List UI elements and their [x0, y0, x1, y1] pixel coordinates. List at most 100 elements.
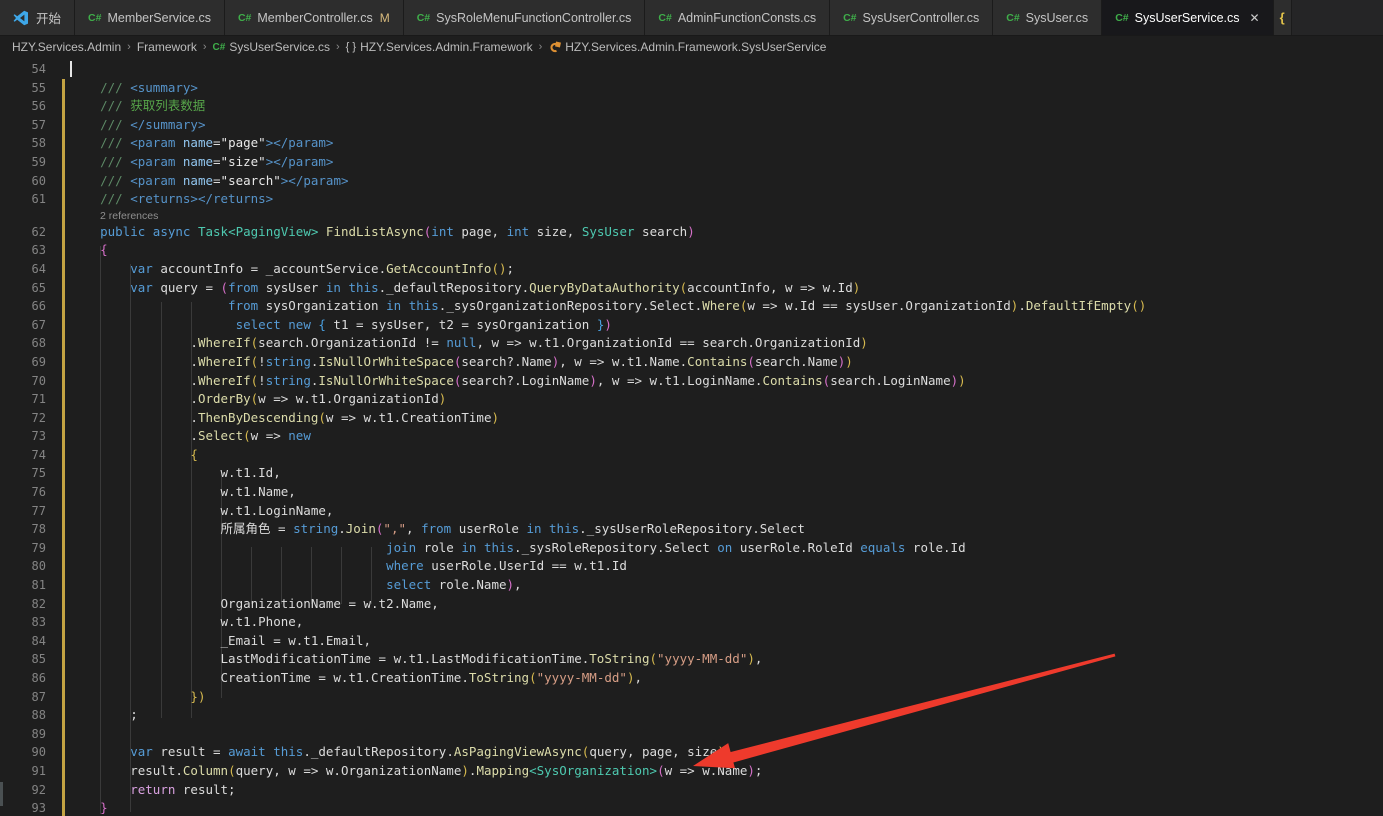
line-number[interactable]: 62: [0, 223, 46, 242]
line-number[interactable]: 90: [0, 743, 46, 762]
code-line[interactable]: 86 CreationTime = w.t1.CreationTime.ToSt…: [0, 669, 1383, 688]
code-line[interactable]: 58 /// <param name="page"></param>: [0, 134, 1383, 153]
line-number[interactable]: 86: [0, 669, 46, 688]
line-number[interactable]: 85: [0, 650, 46, 669]
line-number[interactable]: 77: [0, 502, 46, 521]
tab-SysRoleMenuFunctionController-cs[interactable]: C#SysRoleMenuFunctionController.cs: [404, 0, 646, 35]
line-number[interactable]: 83: [0, 613, 46, 632]
breadcrumb-segment[interactable]: HZY.Services.Admin.Framework.SysUserServ…: [548, 40, 826, 54]
code-line[interactable]: 78 所属角色 = string.Join(",", from userRole…: [0, 520, 1383, 539]
tab-AdminFunctionConsts-cs[interactable]: C#AdminFunctionConsts.cs: [645, 0, 830, 35]
code-line[interactable]: 65 var query = (from sysUser in this._de…: [0, 279, 1383, 298]
code-line[interactable]: 62 public async Task<PagingView> FindLis…: [0, 223, 1383, 242]
line-number[interactable]: 70: [0, 372, 46, 391]
code-line[interactable]: 92 return result;: [0, 781, 1383, 800]
line-number[interactable]: 93: [0, 799, 46, 816]
line-number[interactable]: 80: [0, 557, 46, 576]
code-line[interactable]: 80 where userRole.UserId == w.t1.Id: [0, 557, 1383, 576]
line-number[interactable]: 81: [0, 576, 46, 595]
code-line[interactable]: 70 .WhereIf(!string.IsNullOrWhiteSpace(s…: [0, 372, 1383, 391]
code-line[interactable]: 76 w.t1.Name,: [0, 483, 1383, 502]
code-line[interactable]: 71 .OrderBy(w => w.t1.OrganizationId): [0, 390, 1383, 409]
line-number[interactable]: 78: [0, 520, 46, 539]
code-line[interactable]: 91 result.Column(query, w => w.Organizat…: [0, 762, 1383, 781]
close-icon[interactable]: ✕: [1250, 11, 1260, 25]
code-text: select new { t1 = sysUser, t2 = sysOrgan…: [70, 316, 612, 335]
breadcrumb-segment[interactable]: HZY.Services.Admin: [12, 40, 121, 54]
line-number[interactable]: 68: [0, 334, 46, 353]
tab-SysUserController-cs[interactable]: C#SysUserController.cs: [830, 0, 993, 35]
tab-partial-json[interactable]: {: [1274, 0, 1292, 35]
line-number[interactable]: 65: [0, 279, 46, 298]
line-number[interactable]: 64: [0, 260, 46, 279]
tab-MemberController-cs[interactable]: C#MemberController.csM: [225, 0, 404, 35]
code-line[interactable]: 88 ;: [0, 706, 1383, 725]
line-number[interactable]: 61: [0, 190, 46, 209]
code-line[interactable]: 68 .WhereIf(search.OrganizationId != nul…: [0, 334, 1383, 353]
line-number[interactable]: 87: [0, 688, 46, 707]
line-number[interactable]: 55: [0, 79, 46, 98]
breadcrumb-segment[interactable]: { }HZY.Services.Admin.Framework: [346, 40, 533, 54]
code-line[interactable]: 82 OrganizationName = w.t2.Name,: [0, 595, 1383, 614]
line-number[interactable]: 76: [0, 483, 46, 502]
code-editor[interactable]: 5455 /// <summary>56 /// 获取列表数据57 /// </…: [0, 58, 1383, 816]
code-line[interactable]: 66 from sysOrganization in this._sysOrga…: [0, 297, 1383, 316]
line-number[interactable]: 73: [0, 427, 46, 446]
code-line[interactable]: 84 _Email = w.t1.Email,: [0, 632, 1383, 651]
line-number[interactable]: 88: [0, 706, 46, 725]
line-number[interactable]: 71: [0, 390, 46, 409]
line-number[interactable]: 72: [0, 409, 46, 428]
tab-SysUser-cs[interactable]: C#SysUser.cs: [993, 0, 1102, 35]
breadcrumb-label: HZY.Services.Admin.Framework: [360, 40, 533, 54]
line-number[interactable]: 69: [0, 353, 46, 372]
line-number[interactable]: 56: [0, 97, 46, 116]
line-number[interactable]: 63: [0, 241, 46, 260]
line-number[interactable]: 92: [0, 781, 46, 800]
code-line[interactable]: 89: [0, 725, 1383, 744]
code-line[interactable]: 93 }: [0, 799, 1383, 816]
line-number[interactable]: 57: [0, 116, 46, 135]
codelens-references[interactable]: 2 references: [100, 209, 158, 223]
line-number[interactable]: 82: [0, 595, 46, 614]
code-line[interactable]: 90 var result = await this._defaultRepos…: [0, 743, 1383, 762]
line-number[interactable]: 67: [0, 316, 46, 335]
code-line[interactable]: 77 w.t1.LoginName,: [0, 502, 1383, 521]
code-line[interactable]: 54: [0, 60, 1383, 79]
code-line[interactable]: 83 w.t1.Phone,: [0, 613, 1383, 632]
code-line[interactable]: 56 /// 获取列表数据: [0, 97, 1383, 116]
code-line[interactable]: 87 }): [0, 688, 1383, 707]
line-number[interactable]: 79: [0, 539, 46, 558]
code-line[interactable]: 69 .WhereIf(!string.IsNullOrWhiteSpace(s…: [0, 353, 1383, 372]
code-line[interactable]: 81 select role.Name),: [0, 576, 1383, 595]
line-number[interactable]: 91: [0, 762, 46, 781]
code-line[interactable]: 72 .ThenByDescending(w => w.t1.CreationT…: [0, 409, 1383, 428]
tab--[interactable]: 开始: [0, 0, 75, 35]
breadcrumb-segment[interactable]: C#SysUserService.cs: [213, 40, 330, 54]
tab-MemberService-cs[interactable]: C#MemberService.cs: [75, 0, 225, 35]
breadcrumb-segment[interactable]: Framework: [137, 40, 197, 54]
code-line[interactable]: 59 /// <param name="size"></param>: [0, 153, 1383, 172]
code-line[interactable]: 67 select new { t1 = sysUser, t2 = sysOr…: [0, 316, 1383, 335]
line-number[interactable]: 60: [0, 172, 46, 191]
code-line[interactable]: 61 /// <returns></returns>: [0, 190, 1383, 209]
code-line[interactable]: 74 {: [0, 446, 1383, 465]
line-number[interactable]: 59: [0, 153, 46, 172]
code-line[interactable]: 75 w.t1.Id,: [0, 464, 1383, 483]
line-number[interactable]: 89: [0, 725, 46, 744]
code-line[interactable]: 63 {: [0, 241, 1383, 260]
code-line[interactable]: 73 .Select(w => new: [0, 427, 1383, 446]
code-line[interactable]: 60 /// <param name="search"></param>: [0, 172, 1383, 191]
line-number[interactable]: 66: [0, 297, 46, 316]
line-number[interactable]: 54: [0, 60, 46, 79]
code-line[interactable]: 85 LastModificationTime = w.t1.LastModif…: [0, 650, 1383, 669]
line-number[interactable]: 84: [0, 632, 46, 651]
code-line[interactable]: 57 /// </summary>: [0, 116, 1383, 135]
code-line[interactable]: 55 /// <summary>: [0, 79, 1383, 98]
line-number[interactable]: 75: [0, 464, 46, 483]
tab-SysUserService-cs[interactable]: C#SysUserService.cs✕: [1102, 0, 1273, 35]
line-number[interactable]: 58: [0, 134, 46, 153]
line-number[interactable]: 74: [0, 446, 46, 465]
code-line[interactable]: 79 join role in this._sysRoleRepository.…: [0, 539, 1383, 558]
codelens-row[interactable]: 2 references: [0, 209, 1383, 223]
code-line[interactable]: 64 var accountInfo = _accountService.Get…: [0, 260, 1383, 279]
